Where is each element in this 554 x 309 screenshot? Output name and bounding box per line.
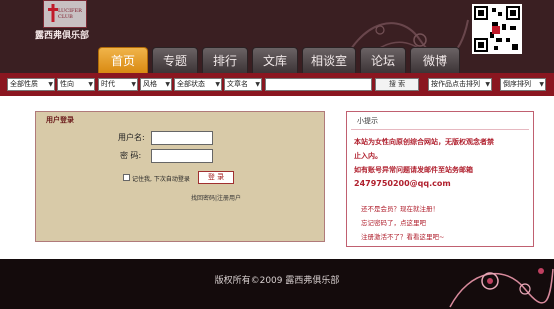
tip-text: 止入内。 — [354, 152, 382, 160]
chevron-down-icon: ▼ — [165, 81, 170, 88]
logo-english: LUCIFER CLUB — [58, 8, 82, 20]
header: LUCIFER CLUB 露西弗俱乐部 首页 专题 排行 文库 相谈室 论坛 微… — [0, 0, 554, 76]
tab-consult-room[interactable]: 相谈室 — [302, 47, 356, 73]
chevron-down-icon: ▼ — [131, 81, 136, 88]
forgot-password-link[interactable]: 忘记密码了，点这里吧 — [361, 217, 426, 227]
activation-help-link[interactable]: 注册激活不了？看看这里吧~ — [361, 231, 444, 241]
style-select[interactable]: 风格 ▼ — [140, 78, 172, 91]
nature-select[interactable]: 全部性质 ▼ — [7, 78, 55, 91]
status-select[interactable]: 全部状态 ▼ — [174, 78, 222, 91]
logo-chinese: 露西弗俱乐部 — [35, 31, 90, 41]
main-content: 用户登录 用户名: 密 码: 记住我, 下次自动登录 登 录 找回密码|注册用户… — [0, 96, 554, 259]
tab-home[interactable]: 首页 — [98, 47, 148, 73]
tips-title: 小提示 — [357, 117, 378, 125]
login-title: 用户登录 — [46, 116, 74, 124]
tab-forum[interactable]: 论坛 — [360, 47, 406, 73]
search-input[interactable] — [265, 78, 372, 91]
account-links[interactable]: 找回密码|注册用户 — [191, 193, 241, 202]
qr-code-icon — [472, 4, 522, 54]
login-panel: 用户登录 用户名: 密 码: 记住我, 下次自动登录 登 录 找回密码|注册用户 — [35, 111, 325, 242]
contact-email: 2479750200@qq.com — [354, 179, 451, 188]
tab-topics[interactable]: 专题 — [152, 47, 198, 73]
divider — [351, 129, 529, 130]
tips-panel: 小提示 本站为女性向原创综合网站，无版权观念者禁 止入内。 如有账号异常问题请发… — [346, 111, 534, 247]
search-button[interactable]: 搜 索 — [375, 78, 419, 91]
tab-library[interactable]: 文库 — [252, 47, 298, 73]
tip-text: 本站为女性向原创综合网站，无版权观念者禁 — [354, 138, 494, 146]
password-label: 密 码: — [120, 151, 142, 160]
footer: 版权所有©2009 露西弗俱乐部 — [0, 259, 554, 309]
floral-decoration — [449, 268, 554, 308]
site-logo[interactable]: LUCIFER CLUB 露西弗俱乐部 — [35, 0, 95, 44]
password-input[interactable] — [151, 149, 213, 163]
tab-weibo[interactable]: 微博 — [410, 47, 460, 73]
remember-label: 记住我, 下次自动登录 — [132, 176, 190, 183]
sort-order-select[interactable]: 倒序排列 ▼ — [500, 78, 546, 91]
logo-badge: LUCIFER CLUB — [43, 0, 87, 28]
username-label: 用户名: — [118, 133, 145, 142]
register-link[interactable]: 还不是会员？现在就注册！ — [361, 203, 439, 213]
tab-rankings[interactable]: 排行 — [202, 47, 248, 73]
sort-field-select[interactable]: 按作品点击排列 ▼ — [428, 78, 492, 91]
chevron-down-icon: ▼ — [48, 81, 53, 88]
chevron-down-icon: ▼ — [255, 81, 260, 88]
tip-text: 如有账号异常问题请发邮件至站务邮箱 — [354, 166, 473, 174]
username-input[interactable] — [151, 131, 213, 145]
era-select[interactable]: 时代 ▼ — [98, 78, 138, 91]
orientation-select[interactable]: 性向 ▼ — [57, 78, 95, 91]
remember-checkbox[interactable] — [123, 174, 130, 181]
chevron-down-icon: ▼ — [539, 81, 544, 88]
chevron-down-icon: ▼ — [485, 81, 490, 88]
chevron-down-icon: ▼ — [88, 81, 93, 88]
search-field-select[interactable]: 文章名 ▼ — [224, 78, 262, 91]
search-bar: 全部性质 ▼ 性向 ▼ 时代 ▼ 风格 ▼ 全部状态 ▼ 文章名 ▼ 搜 索 按作品点击排列… — [0, 73, 554, 96]
cross-icon — [48, 4, 58, 22]
chevron-down-icon: ▼ — [215, 81, 220, 88]
login-button[interactable]: 登 录 — [198, 171, 234, 184]
